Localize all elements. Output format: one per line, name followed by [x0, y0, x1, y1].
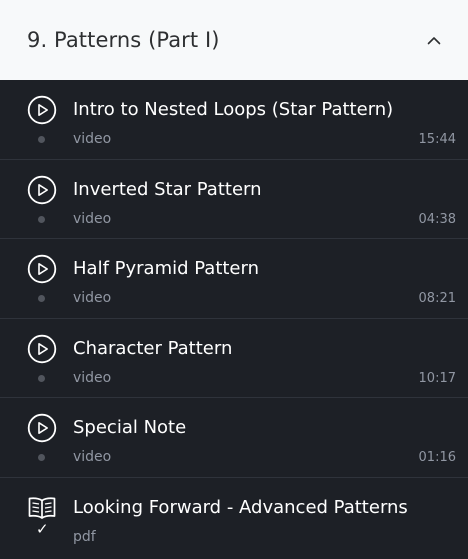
lecture-type: pdf [73, 528, 96, 545]
lecture-item[interactable]: Half Pyramid Pattern video 08:21 [0, 239, 468, 319]
play-circle-icon[interactable] [27, 175, 57, 205]
lecture-list: Intro to Nested Loops (Star Pattern) vid… [0, 80, 468, 557]
play-circle-icon[interactable] [27, 254, 57, 284]
book-icon [28, 496, 56, 519]
progress-dot [38, 454, 45, 461]
lecture-duration: 04:38 [418, 211, 456, 227]
lecture-type: video [73, 449, 112, 465]
lecture-title: Special Note [73, 417, 187, 438]
lecture-title: Inverted Star Pattern [73, 178, 262, 200]
lecture-item[interactable]: Character Pattern video 10:17 [0, 319, 468, 398]
progress-dot [38, 215, 45, 223]
lecture-duration: 01:16 [418, 450, 456, 465]
progress-dot [38, 295, 45, 302]
lecture-item[interactable]: ✓ Looking Forward - Advanced Patterns pd… [0, 478, 468, 558]
lecture-duration: 10:17 [418, 370, 456, 386]
progress-dot [38, 136, 45, 143]
lecture-item[interactable]: Special Note video 01:16 [0, 398, 468, 478]
lecture-item[interactable]: Inverted Star Pattern video 04:38 [0, 160, 468, 239]
progress-dot [38, 374, 45, 382]
completed-check-icon: ✓ [36, 519, 49, 538]
lecture-title: Character Pattern [73, 337, 233, 359]
play-circle-icon[interactable] [27, 95, 57, 125]
section-header[interactable]: 9. Patterns (Part I) [0, 0, 468, 80]
lecture-type: video [73, 369, 112, 386]
section-title: 9. Patterns (Part I) [27, 28, 220, 52]
lecture-duration: 08:21 [418, 291, 456, 306]
lecture-title: Half Pyramid Pattern [73, 258, 260, 279]
lecture-type: video [73, 290, 112, 306]
lecture-type: video [73, 131, 112, 147]
play-circle-icon[interactable] [27, 334, 57, 364]
lecture-type: video [73, 210, 112, 227]
lecture-title: Looking Forward - Advanced Patterns [73, 496, 408, 518]
chevron-up-icon[interactable] [427, 33, 441, 47]
play-circle-icon[interactable] [27, 413, 57, 443]
lecture-duration: 15:44 [418, 132, 456, 147]
lecture-item[interactable]: Intro to Nested Loops (Star Pattern) vid… [0, 80, 468, 160]
lecture-title: Intro to Nested Loops (Star Pattern) [73, 99, 394, 120]
